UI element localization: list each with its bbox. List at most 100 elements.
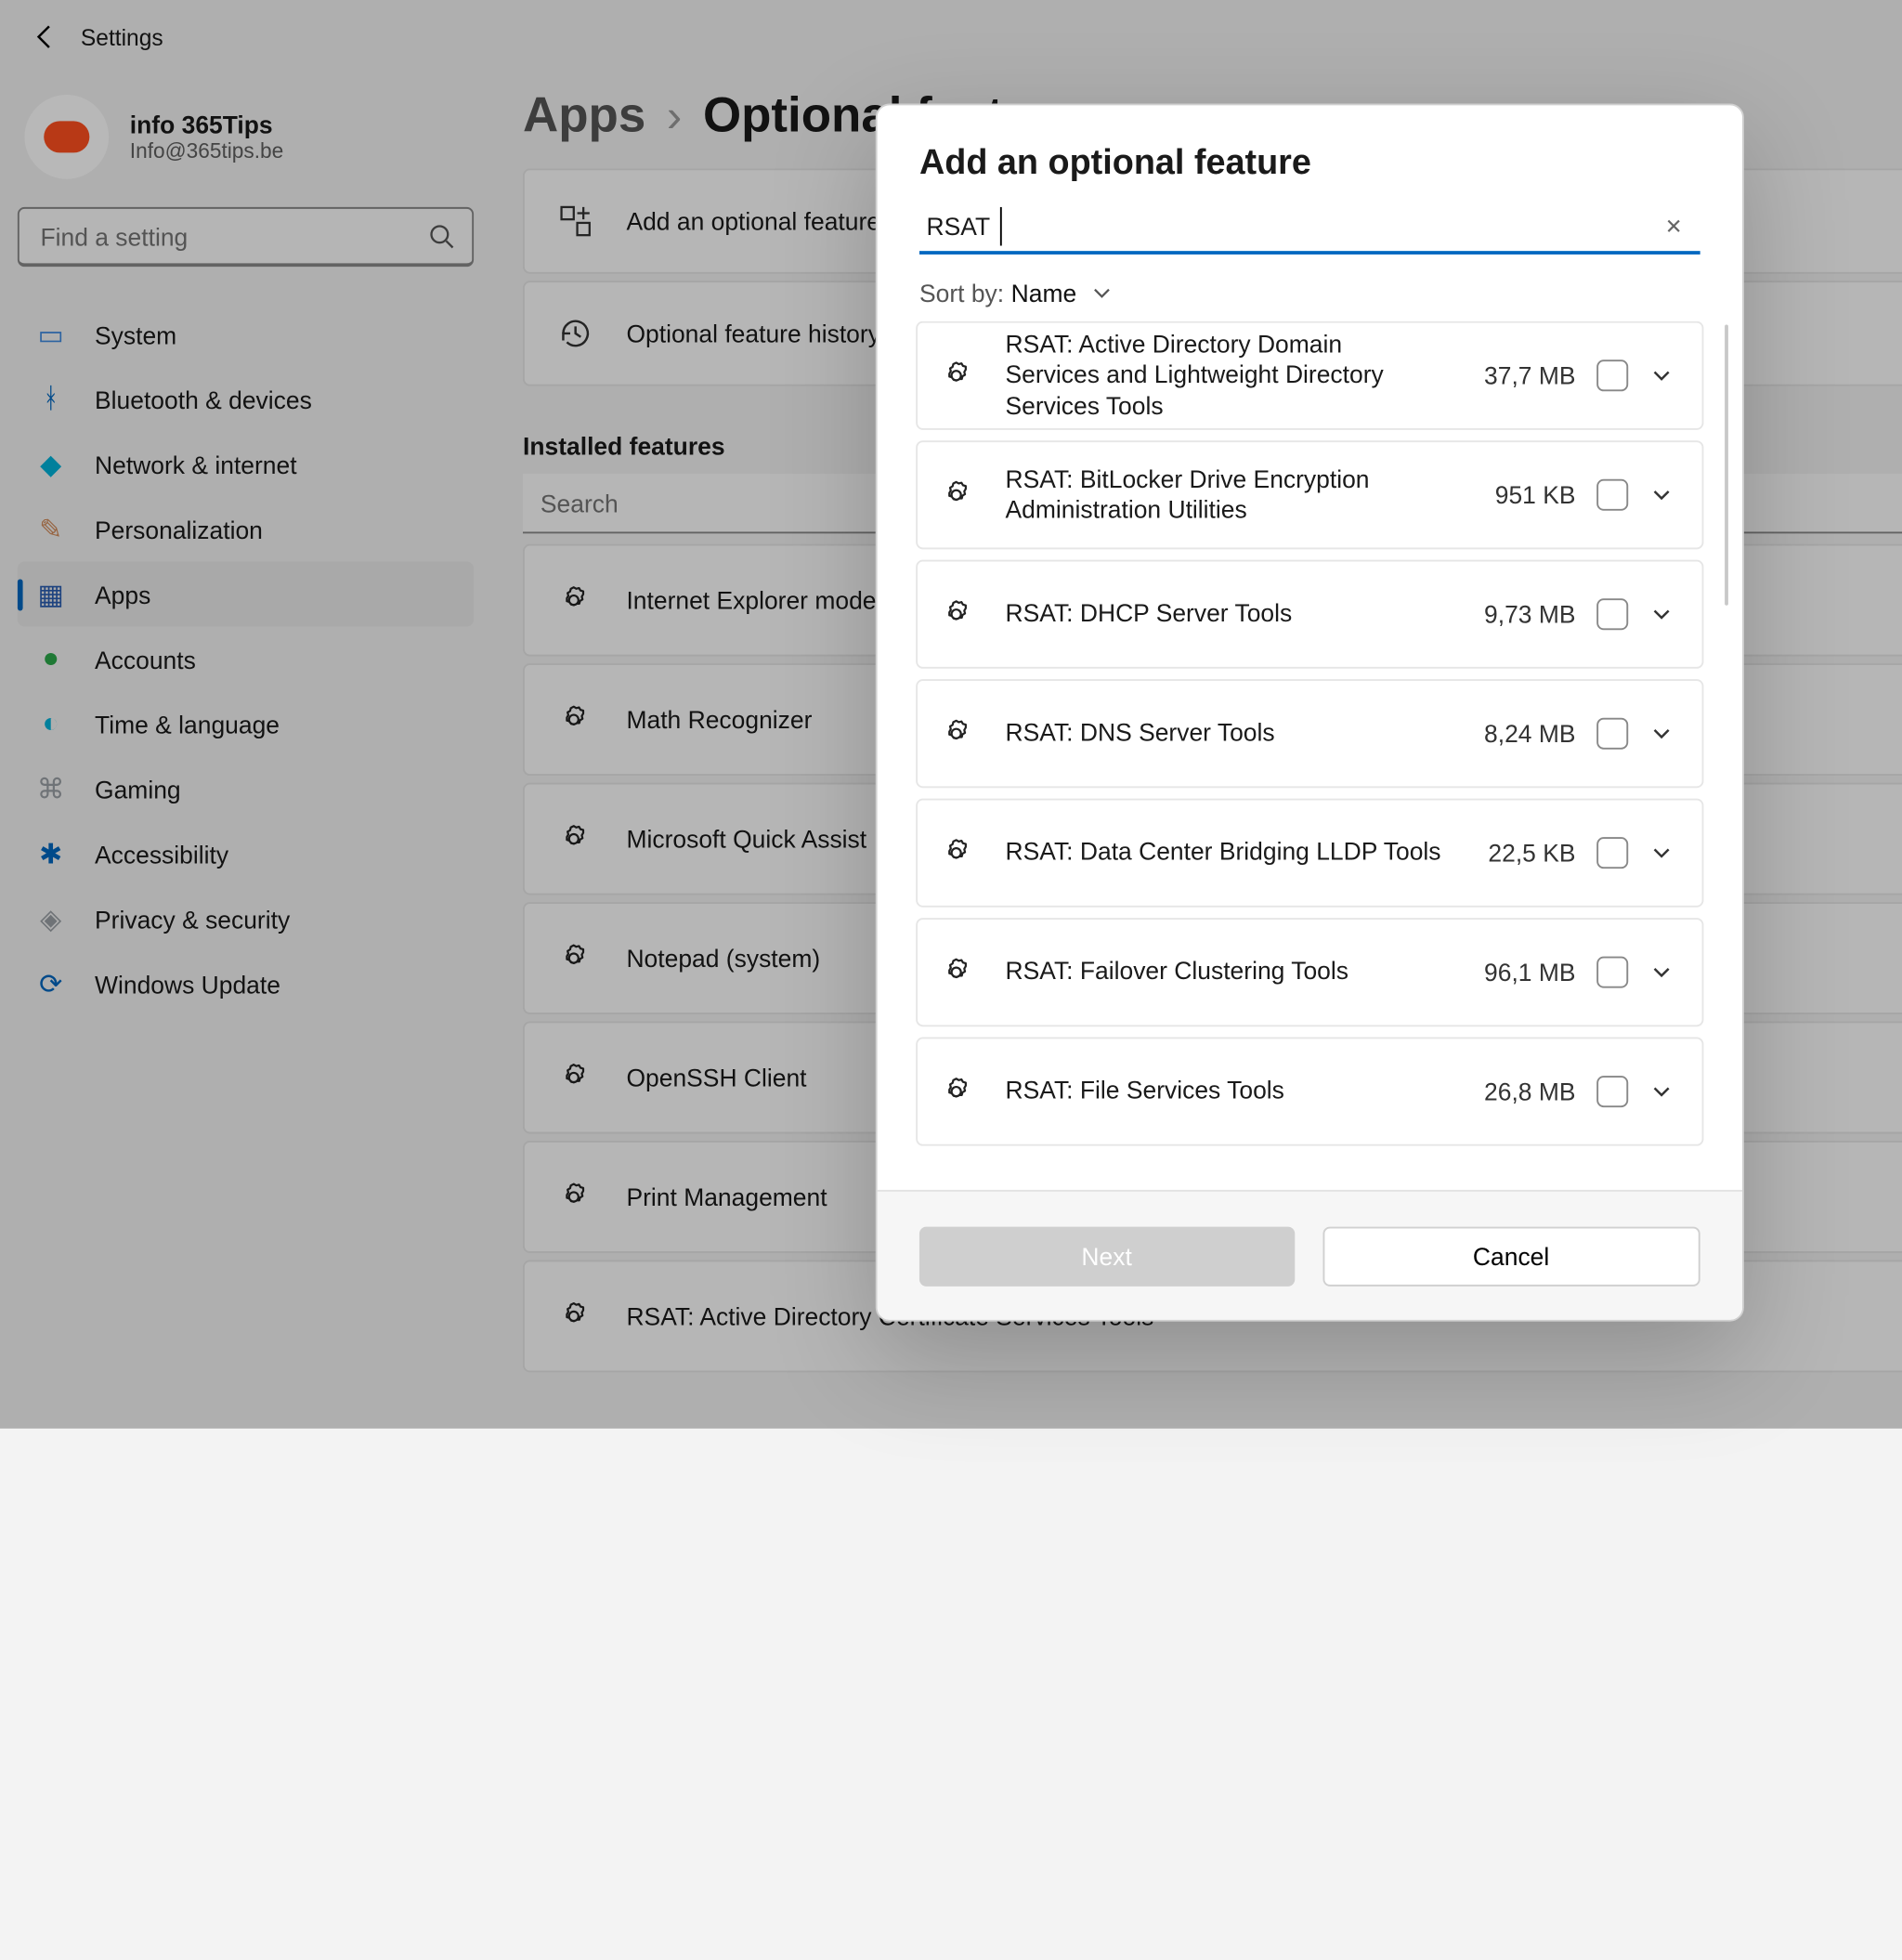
display-icon: ▭ (35, 319, 67, 350)
dialog-feature-size: 96,1 MB (1460, 959, 1576, 987)
nav-list: ▭ System ᚼBluetooth & devices ◆ Network & in… (18, 302, 474, 1016)
gear-icon (939, 596, 974, 632)
sidebar-item-privacy-security[interactable]: ◈ Privacy & security (18, 886, 474, 951)
sidebar-item-label: Time & language (95, 710, 280, 738)
dialog-feature-name: RSAT: BitLocker Drive Encryption Adminis… (1006, 465, 1460, 526)
sidebar-item-apps[interactable]: ▦Apps (18, 562, 474, 627)
find-setting-input[interactable] (37, 220, 428, 252)
dialog-sort[interactable]: Sort by: Name (878, 255, 1742, 321)
gear-icon (939, 716, 974, 751)
sidebar-item-label: Privacy & security (95, 905, 290, 933)
dialog-feature-row[interactable]: RSAT: Active Directory Domain Services a… (916, 321, 1703, 430)
clear-search-button[interactable]: ✕ (1654, 214, 1693, 238)
chevron-down-icon (1649, 1079, 1674, 1104)
dialog-search-value: RSAT (927, 213, 991, 241)
sidebar-item-personalization[interactable]: ✎ Personalization (18, 497, 474, 562)
gear-icon (556, 1180, 592, 1215)
gear-icon (556, 1299, 592, 1334)
sidebar-item-label: Personalization (95, 515, 263, 542)
chevron-down-icon (1649, 483, 1674, 507)
chevron-down-icon (1649, 721, 1674, 745)
dialog-feature-row[interactable]: RSAT: DNS Server Tools8,24 MB (916, 679, 1703, 788)
scrollbar-thumb[interactable] (1725, 325, 1728, 606)
access-icon: ✱ (35, 838, 67, 869)
chevron-down-icon (1649, 960, 1674, 984)
sidebar-item-accounts[interactable]: ● Accounts (18, 626, 474, 691)
dialog-feature-name: RSAT: DHCP Server Tools (1006, 599, 1460, 629)
update-icon: ⟳ (35, 968, 67, 1000)
dialog-feature-name: RSAT: DNS Server Tools (1006, 719, 1460, 749)
dialog-search[interactable]: RSAT ✕ (919, 202, 1700, 255)
sidebar-item-label: Windows Update (95, 970, 280, 998)
chevron-down-icon (1649, 602, 1674, 626)
avatar (24, 95, 109, 179)
sidebar-item-label: System (95, 320, 176, 348)
title-bar: Settings (0, 0, 1902, 73)
feature-name: Math Recognizer (626, 705, 812, 733)
gear-icon (939, 358, 974, 393)
dialog-feature-size: 8,24 MB (1460, 720, 1576, 748)
gear-icon (556, 821, 592, 856)
settings-window: Settings info 365Tips Info@365tips.be (0, 0, 1902, 1429)
account-email: Info@365tips.be (130, 139, 283, 163)
sidebar-item-system[interactable]: ▭ System (18, 302, 474, 367)
cloud-icon (44, 121, 89, 152)
feature-checkbox[interactable] (1596, 718, 1628, 750)
search-icon (428, 223, 454, 249)
wifi-icon: ◆ (35, 449, 67, 480)
sidebar-item-windows-update[interactable]: ⟳ Windows Update (18, 951, 474, 1016)
dialog-sort-label: Sort by: (919, 279, 1004, 307)
feature-checkbox[interactable] (1596, 837, 1628, 869)
sidebar-item-label: Accounts (95, 645, 196, 673)
shield-icon: ◈ (35, 903, 67, 934)
feature-checkbox[interactable] (1596, 359, 1628, 391)
add-feature-label: Add an optional feature (626, 207, 880, 235)
sidebar-item-label: Gaming (95, 775, 181, 803)
gear-icon (939, 477, 974, 513)
feature-name: Internet Explorer mode (626, 586, 876, 614)
breadcrumb-parent[interactable]: Apps (523, 87, 645, 143)
find-setting[interactable] (18, 207, 474, 267)
dialog-feature-row[interactable]: RSAT: File Services Tools26,8 MB (916, 1038, 1703, 1146)
sidebar-item-label: Network & internet (95, 451, 297, 478)
window-title: Settings (81, 24, 163, 50)
dialog-feature-name: RSAT: Data Center Bridging LLDP Tools (1006, 838, 1460, 868)
sidebar: info 365Tips Info@365tips.be ▭ System ᚼBlu… (0, 73, 491, 1428)
apps-icon: ▦ (35, 579, 67, 610)
dialog-feature-size: 951 KB (1460, 481, 1576, 509)
dialog-title: Add an optional feature (878, 105, 1742, 202)
person-icon: ● (35, 643, 67, 674)
dialog-feature-list: RSAT: Active Directory Domain Services a… (878, 321, 1742, 1190)
dialog-feature-row[interactable]: RSAT: BitLocker Drive Encryption Adminis… (916, 440, 1703, 549)
account-header[interactable]: info 365Tips Info@365tips.be (18, 85, 474, 207)
cancel-button[interactable]: Cancel (1322, 1226, 1700, 1286)
sidebar-item-bluetooth-devices[interactable]: ᚼBluetooth & devices (18, 367, 474, 432)
dialog-feature-size: 22,5 KB (1460, 839, 1576, 867)
feature-checkbox[interactable] (1596, 479, 1628, 511)
sidebar-item-time-language[interactable]: ◐Time & language (18, 691, 474, 756)
next-button[interactable]: Next (919, 1226, 1294, 1286)
dialog-feature-name: RSAT: Active Directory Domain Services a… (1006, 331, 1460, 421)
account-name: info 365Tips (130, 110, 283, 139)
feature-checkbox[interactable] (1596, 1076, 1628, 1107)
dialog-sort-value: Name (1011, 279, 1077, 307)
feature-checkbox[interactable] (1596, 957, 1628, 988)
sidebar-item-accessibility[interactable]: ✱ Accessibility (18, 821, 474, 886)
dialog-feature-row[interactable]: RSAT: Data Center Bridging LLDP Tools22,… (916, 799, 1703, 908)
chevron-right-icon: › (667, 89, 682, 144)
dialog-feature-row[interactable]: RSAT: DHCP Server Tools9,73 MB (916, 560, 1703, 669)
gear-icon (556, 582, 592, 618)
sidebar-item-label: Accessibility (95, 840, 228, 868)
add-feature-icon (556, 202, 595, 241)
sidebar-item-network-internet[interactable]: ◆ Network & internet (18, 432, 474, 497)
dialog-feature-size: 26,8 MB (1460, 1078, 1576, 1105)
feature-checkbox[interactable] (1596, 598, 1628, 630)
gear-icon (556, 941, 592, 976)
dialog-feature-size: 9,73 MB (1460, 600, 1576, 628)
dialog-feature-row[interactable]: RSAT: Failover Clustering Tools96,1 MB (916, 918, 1703, 1026)
back-button[interactable] (10, 2, 81, 72)
sidebar-item-gaming[interactable]: ⌘Gaming (18, 756, 474, 821)
brush-icon: ✎ (35, 514, 67, 545)
sidebar-item-label: Bluetooth & devices (95, 385, 312, 413)
dialog-footer: Next Cancel (878, 1190, 1742, 1320)
